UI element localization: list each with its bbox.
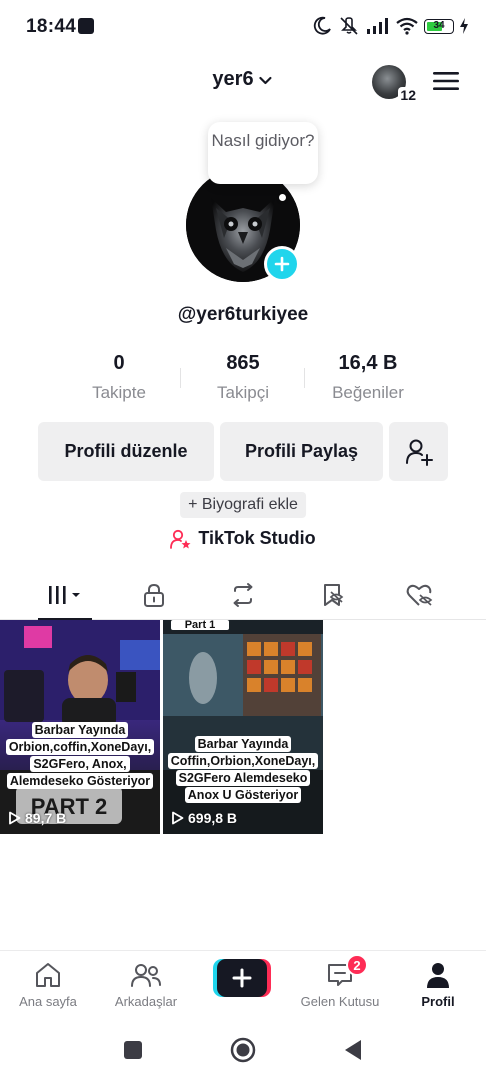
add-bio-button[interactable]: + Biyografi ekle [180,492,306,518]
signal-icon [367,18,388,34]
followers-label: Takipçi [217,383,269,402]
bottom-navigation: Ana sayfa Arkadaşlar Gelen Kutusu 2 Prof… [0,950,486,1014]
tab-videos[interactable] [36,570,96,620]
moon-icon [313,16,331,35]
profile-stats: 0 Takipte 865 Takipçi 16,4 B Beğeniler [0,352,486,408]
inbox-badge: 2 [346,954,368,976]
repost-icon [233,583,253,607]
back-button[interactable] [339,1036,367,1064]
status-bar: 18:44 34 [0,0,486,52]
bookmark-hidden-icon [324,584,344,606]
video-thumbnail[interactable]: Part 1 Barbar Yayında Coffin,Orbion,Xone… [163,620,323,834]
videos-grid-icon [49,586,80,604]
battery-level: 34 [433,20,445,31]
friends-icon [131,964,161,987]
nav-home-label: Ana sayfa [19,994,77,1009]
status-time: 18:44 [26,16,77,37]
tab-favorites[interactable] [302,570,362,620]
video-caption: Barbar Yayında Orbion,coffin,XoneDayı, S… [0,722,160,790]
play-icon [172,811,184,825]
video-overlay-text: Part 1 [185,620,216,631]
find-friends-button[interactable] [389,422,448,481]
bubble-tail [279,194,286,201]
studio-label: TikTok Studio [198,528,316,548]
view-count-text: 699,8 B [188,810,238,826]
tiktok-studio-link[interactable]: TikTok Studio [0,528,486,549]
status-bubble[interactable]: Nasıl gidiyor? [208,122,318,184]
caption-line: Barbar Yayında [31,722,129,738]
followers-stat[interactable]: 865 Takipçi [178,352,308,403]
square-icon [124,1041,142,1059]
add-friend-icon [405,439,433,466]
play-icon [9,811,21,825]
nav-profile-label: Profil [421,994,455,1009]
tab-liked[interactable] [390,570,450,620]
tab-private[interactable] [124,570,184,620]
likes-count: 16,4 B [338,352,398,374]
battery-icon: 34 [424,18,454,34]
muted-vibrate-icon [340,17,358,35]
nav-inbox-label: Gelen Kutusu [300,994,380,1009]
followers-count: 865 [226,352,260,374]
account-count: 12 [398,87,418,103]
recents-button[interactable] [119,1036,147,1064]
nav-home[interactable]: Ana sayfa [0,959,96,1009]
lock-icon [144,583,164,607]
caption-line: Barbar Yayında [194,736,292,752]
profile-header: yer6 12 [0,60,486,104]
profile-handle: @yer6turkiyee [177,304,309,325]
view-count-text: 89,7 B [25,810,67,826]
nav-inbox[interactable]: Gelen Kutusu [292,959,388,1009]
following-count: 0 [113,352,125,374]
nav-profile[interactable]: Profil [390,959,486,1009]
caption-line: S2GFero, Anox, [30,756,130,772]
plus-icon [274,256,290,272]
likes-stat[interactable]: 16,4 B Beğeniler [303,352,433,403]
following-label: Takipte [92,383,146,402]
account-switcher[interactable]: yer6 [212,68,273,91]
studio-icon [170,529,191,549]
add-story-button[interactable] [264,246,300,282]
username: yer6 [212,68,254,90]
back-triangle-icon [345,1040,361,1060]
profile-icon [427,963,449,988]
video-thumbnail[interactable]: PART 2 Barbar Yayında Orbion,coffin,Xone… [0,620,160,834]
profile-tabs [0,570,486,620]
nav-friends-label: Arkadaşlar [114,994,178,1009]
nav-friends[interactable]: Arkadaşlar [98,959,194,1009]
video-caption: Barbar Yayında Coffin,Orbion,XoneDayı, S… [163,736,323,804]
system-navigation [0,1020,486,1080]
profile-avatar-wrap [186,168,300,282]
notification-icon [78,18,94,34]
caption-line: Anox U Gösteriyor [184,787,302,803]
wifi-icon [396,17,418,35]
heart-hidden-icon [406,584,433,606]
charging-icon [460,18,468,34]
share-profile-button[interactable]: Profili Paylaş [220,422,383,481]
menu-icon[interactable] [432,69,460,93]
tab-reposts[interactable] [213,570,273,620]
following-stat[interactable]: 0 Takipte [54,352,184,403]
status-icons: 34 [312,13,468,39]
create-button[interactable] [213,959,271,997]
accounts-avatar-button[interactable]: 12 [372,65,418,103]
view-count: 699,8 B [171,810,237,826]
home-system-button[interactable] [229,1036,257,1064]
view-count: 89,7 B [8,810,66,826]
home-icon [36,963,60,987]
caption-line: Coffin,Orbion,XoneDayı, [167,753,319,769]
likes-label: Beğeniler [332,383,404,402]
caption-line: Alemdeseko Gösteriyor [6,773,154,789]
circle-icon [230,1037,256,1063]
edit-profile-button[interactable]: Profili düzenle [38,422,214,481]
caption-line: S2GFero Alemdeseko [175,770,311,786]
chevron-down-icon [259,76,272,84]
caption-line: Orbion,coffin,XoneDayı, [5,739,155,755]
